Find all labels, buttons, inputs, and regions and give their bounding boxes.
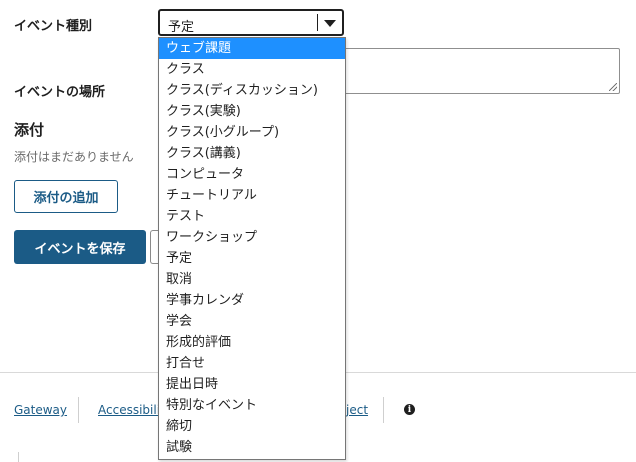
select-divider: [317, 14, 318, 31]
dropdown-option[interactable]: 形成的評価: [159, 332, 345, 353]
footer-bottom-mark: [18, 452, 19, 462]
dropdown-option[interactable]: 予定: [159, 248, 345, 269]
dropdown-option[interactable]: ワークショップ: [159, 227, 345, 248]
dropdown-option[interactable]: テスト: [159, 206, 345, 227]
add-attachment-button[interactable]: 添付の追加: [14, 180, 118, 213]
dropdown-option[interactable]: クラス(実験): [159, 101, 345, 122]
event-type-dropdown-list[interactable]: ウェブ課題 クラス クラス(ディスカッション) クラス(実験) クラス(小グループ) クラ…: [158, 37, 346, 460]
event-location-textarea[interactable]: [300, 48, 620, 94]
chevron-down-icon: [324, 20, 336, 27]
dropdown-option[interactable]: コンピュータ: [159, 164, 345, 185]
event-type-select[interactable]: 予定: [158, 9, 344, 36]
dropdown-option[interactable]: 学会: [159, 311, 345, 332]
dropdown-option[interactable]: クラス: [159, 59, 345, 80]
dropdown-option[interactable]: 試験: [159, 437, 345, 458]
dropdown-option[interactable]: チュートリアル: [159, 185, 345, 206]
footer-separator: [78, 397, 79, 423]
dropdown-option[interactable]: クラス(小グループ): [159, 122, 345, 143]
gateway-link[interactable]: Gateway: [14, 403, 67, 417]
dropdown-option[interactable]: ウェブ課題: [159, 38, 345, 59]
info-icon[interactable]: i: [404, 404, 415, 415]
attachments-title: 添付: [14, 121, 45, 139]
dropdown-option[interactable]: 提出日時: [159, 374, 345, 395]
save-event-button[interactable]: イベントを保存: [14, 230, 146, 264]
dropdown-option[interactable]: 特別なイベント: [159, 395, 345, 416]
event-location-label: イベントの場所: [14, 85, 106, 100]
dropdown-options: ウェブ課題 クラス クラス(ディスカッション) クラス(実験) クラス(小グループ) クラ…: [159, 38, 345, 458]
dropdown-option[interactable]: 取消: [159, 269, 345, 290]
dropdown-option[interactable]: 打合せ: [159, 353, 345, 374]
dropdown-option[interactable]: 締切: [159, 416, 345, 437]
dropdown-option[interactable]: 学事カレンダ: [159, 290, 345, 311]
dropdown-option[interactable]: クラス(ディスカッション): [159, 80, 345, 101]
project-link[interactable]: ject: [346, 403, 368, 417]
dropdown-option[interactable]: クラス(講義): [159, 143, 345, 164]
event-type-select-value: 予定: [168, 20, 195, 35]
resize-grip-icon[interactable]: [609, 83, 617, 91]
footer-separator: [383, 397, 384, 423]
event-type-label: イベント種別: [14, 19, 93, 34]
accessibility-link[interactable]: Accessibilit: [98, 403, 165, 417]
no-attachments-text: 添付はまだありません: [14, 150, 134, 164]
